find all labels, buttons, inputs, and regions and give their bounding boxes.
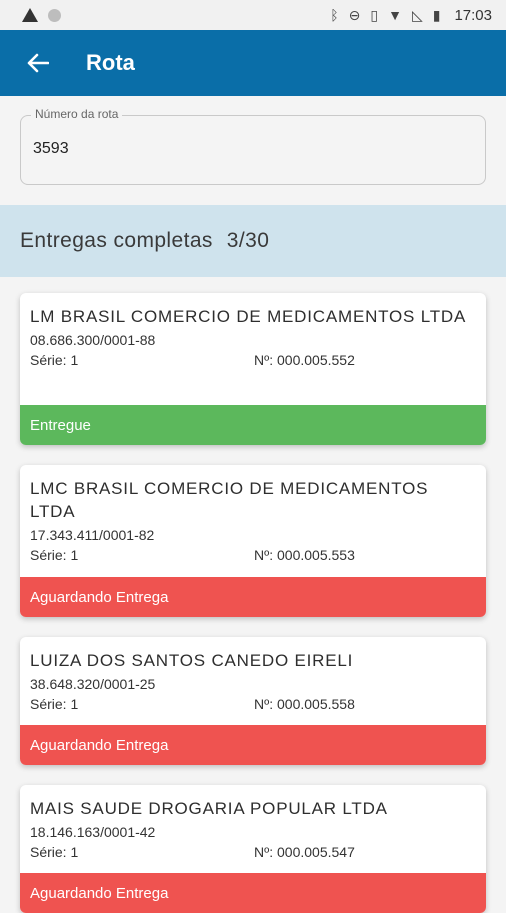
invoice-number: Nº: 000.005.558 (254, 696, 355, 712)
customer-name: LUIZA DOS SANTOS CANEDO EIRELI (30, 651, 354, 670)
wifi-icon: ▼ (388, 7, 402, 23)
arrow-left-icon (27, 53, 49, 73)
delivery-status-badge: Entregue (20, 405, 486, 445)
status-right: ᛒ ⊖ ▯ ▼ ◺ ▮ 17:03 (330, 7, 492, 24)
battery-icon: ▮ (432, 7, 441, 23)
invoice-number: Nº: 000.005.547 (254, 844, 355, 860)
clock: 17:03 (454, 6, 492, 24)
system-status-bar: ᛒ ⊖ ▯ ▼ ◺ ▮ 17:03 (0, 0, 506, 30)
customer-cnpj: 18.146.163/0001-42 (30, 824, 156, 840)
status-left (22, 8, 61, 22)
customer-cnpj: 38.648.320/0001-25 (30, 676, 156, 692)
route-number-label: Número da rota (31, 107, 123, 121)
delivery-card[interactable]: LUIZA DOS SANTOS CANEDO EIRELI 38.648.32… (20, 637, 486, 765)
delivery-card[interactable]: LMC BRASIL COMERCIO DE MEDICAMENTOS LTDA… (20, 465, 486, 617)
notification-dot-icon (48, 8, 61, 22)
customer-cnpj: 08.686.300/0001-88 (30, 332, 156, 348)
invoice-serie: Série: 1 (30, 352, 79, 368)
route-number-field[interactable]: Número da rota (20, 107, 486, 185)
invoice-serie: Série: 1 (30, 844, 79, 860)
app-bar: Rota (0, 30, 506, 96)
warning-icon (22, 8, 38, 22)
customer-name: MAIS SAUDE DROGARIA POPULAR LTDA (30, 799, 388, 818)
invoice-serie: Série: 1 (30, 696, 79, 712)
page-title: Rota (86, 50, 135, 75)
delivery-status-badge: Aguardando Entrega (20, 873, 486, 913)
delivery-status-badge: Aguardando Entrega (20, 577, 486, 617)
invoice-serie: Série: 1 (30, 547, 79, 563)
delivery-card[interactable]: MAIS SAUDE DROGARIA POPULAR LTDA 18.146.… (20, 785, 486, 913)
invoice-number: Nº: 000.005.552 (254, 352, 355, 368)
invoice-number: Nº: 000.005.553 (254, 547, 355, 563)
customer-name: LMC BRASIL COMERCIO DE MEDICAMENTOS LTDA (30, 479, 429, 521)
summary-label: Entregas completas (20, 229, 213, 252)
route-number-input[interactable] (33, 140, 433, 158)
delivery-card[interactable]: LM BRASIL COMERCIO DE MEDICAMENTOS LTDA … (20, 293, 486, 445)
back-button[interactable] (22, 47, 54, 79)
customer-cnpj: 17.343.411/0001-82 (30, 527, 155, 543)
no-signal-icon: ◺ (411, 7, 423, 23)
invoice-meta: Série: 1 Nº: 000.005.547 (30, 844, 476, 860)
bluetooth-icon: ᛒ (330, 7, 339, 23)
summary-count: 3/30 (226, 229, 270, 252)
invoice-meta: Série: 1 Nº: 000.005.552 (30, 352, 476, 368)
invoice-meta: Série: 1 Nº: 000.005.558 (30, 696, 476, 712)
customer-name: LM BRASIL COMERCIO DE MEDICAMENTOS LTDA (30, 307, 467, 326)
delivery-status-badge: Aguardando Entrega (20, 725, 486, 765)
do-not-disturb-icon: ⊖ (348, 7, 361, 23)
deliveries-summary: Entregas completas 3/30 (0, 205, 506, 277)
vibrate-icon: ▯ (370, 7, 379, 23)
invoice-meta: Série: 1 Nº: 000.005.553 (30, 547, 476, 563)
